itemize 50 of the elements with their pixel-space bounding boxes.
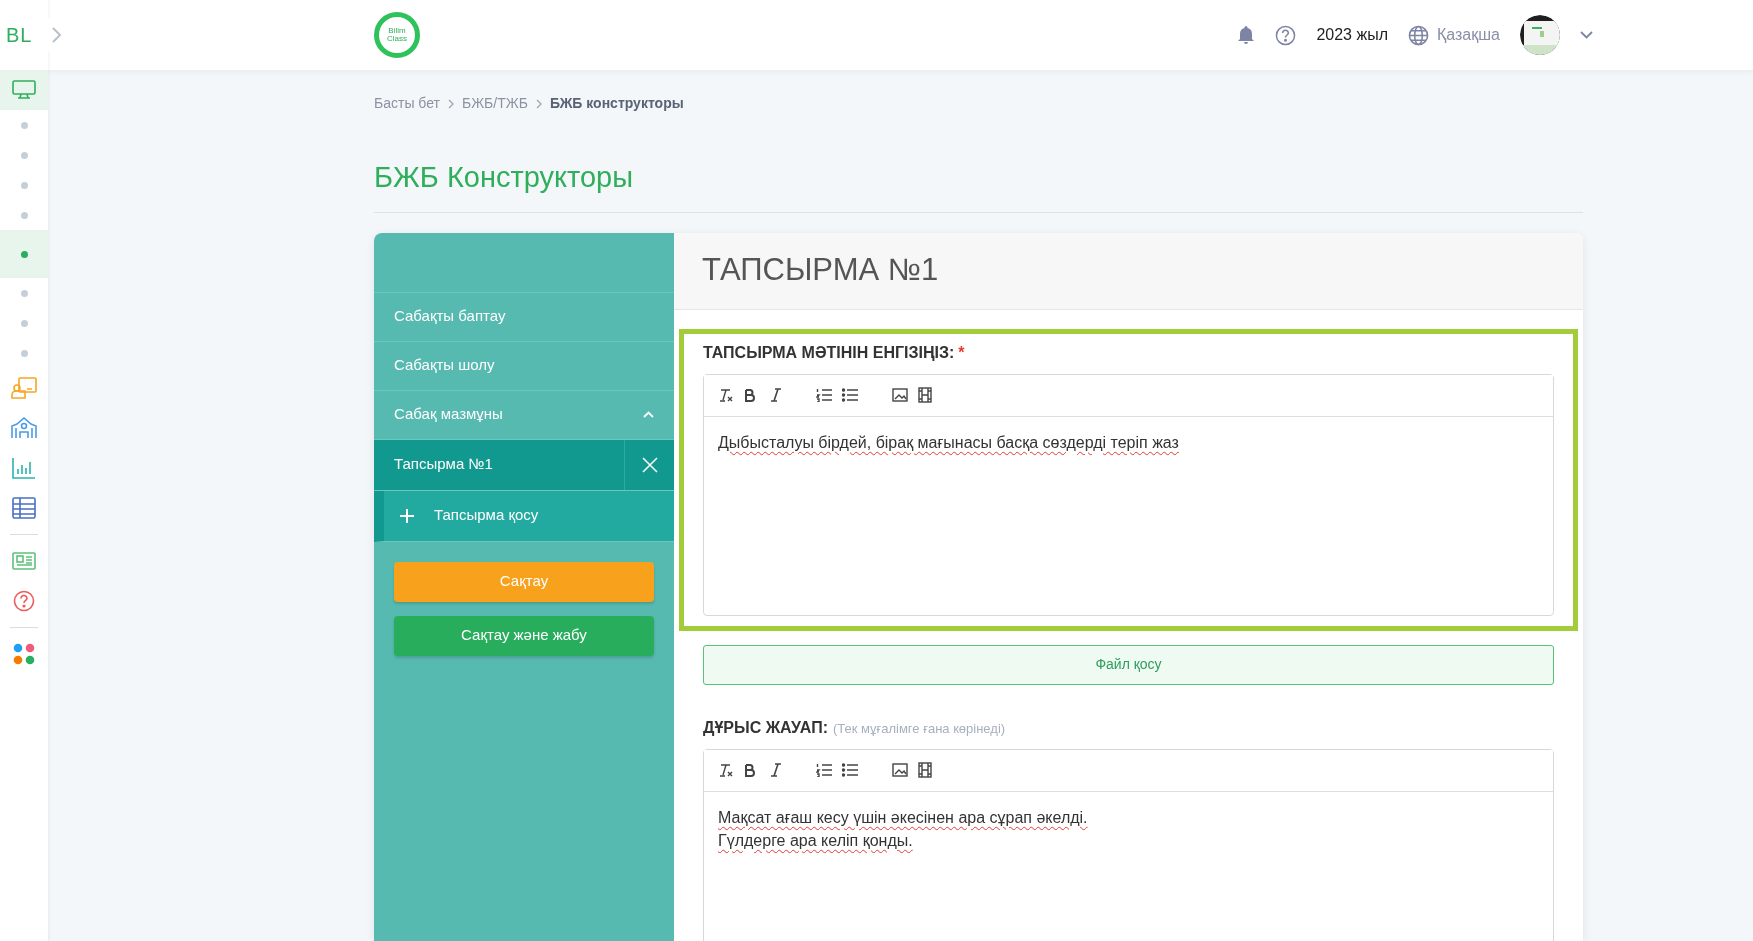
italic-icon[interactable]: [770, 388, 782, 402]
close-icon: [641, 456, 658, 473]
editor-text: Мақсат ағаш кесу үшін әкесінен ара сұрап әкелді.: [718, 807, 1089, 828]
logo[interactable]: Bilim Class: [374, 12, 420, 58]
field-label: ТАПСЫРМА МӘТІНІН ЕНГІЗІҢІЗ:: [703, 342, 955, 363]
table-icon: [12, 497, 36, 519]
year-selector[interactable]: 2023 жыл: [1316, 23, 1388, 47]
breadcrumb-item[interactable]: БЖБ/ТЖБ: [461, 93, 528, 114]
film-icon[interactable]: [918, 762, 932, 778]
help-icon: [13, 590, 35, 612]
image-icon[interactable]: [892, 763, 908, 777]
school-icon: [11, 417, 37, 439]
notification-bell-icon[interactable]: [1237, 25, 1256, 45]
rich-text-editor[interactable]: Дыбысталуы бірдей, бірақ мағынасы басқа сөздерді теріп жаз: [703, 373, 1554, 616]
bar-chart-icon: [12, 457, 36, 479]
apps-icon: [13, 643, 35, 665]
monitor-icon: [12, 80, 36, 100]
logo[interactable]: BL: [6, 20, 33, 50]
bullet-list-icon[interactable]: [842, 763, 858, 777]
numbered-list-icon[interactable]: [816, 763, 832, 777]
add-file-button[interactable]: Файл қосу: [703, 644, 1554, 685]
chevron-down-icon[interactable]: [1580, 31, 1593, 39]
chevron-right-icon: [51, 27, 61, 43]
field-hint: (Тек мұғалімге ғана көрінеді): [832, 719, 1006, 738]
breadcrumb-item: БЖБ конструкторы: [549, 94, 684, 113]
image-icon[interactable]: [892, 388, 908, 402]
chevron-right-icon: [535, 98, 542, 109]
language-selector[interactable]: Қазақша: [1437, 23, 1500, 47]
film-icon[interactable]: [918, 387, 932, 403]
save-button[interactable]: Сақтау: [394, 561, 654, 602]
help-icon[interactable]: [1275, 24, 1297, 46]
bullet-list-icon[interactable]: [842, 388, 858, 402]
rich-text-editor[interactable]: Мақсат ағаш кесу үшін әкесінен ара сұрап әкелді. Гүлдерге ара келіп қонды.: [703, 748, 1554, 941]
add-task-button[interactable]: Тапсырма қосу: [374, 490, 674, 542]
newspaper-icon: [12, 552, 36, 570]
nav-item[interactable]: [0, 70, 48, 110]
task-title: ТАПСЫРМА №1: [702, 251, 939, 290]
italic-icon[interactable]: [770, 763, 782, 777]
page-title: БЖБ Конструкторы: [374, 156, 1583, 213]
numbered-list-icon[interactable]: [816, 388, 832, 402]
presentation-icon: [11, 377, 37, 399]
required-mark: *: [958, 344, 965, 361]
globe-icon[interactable]: [1408, 24, 1429, 46]
field-label: ДҰРЫС ЖАУАП:: [703, 717, 828, 738]
editor-text: Гүлдерге ара келіп қонды.: [718, 830, 914, 851]
editor-text: Дыбысталуы бірдей, бірақ мағынасы басқа сөздерді теріп жаз: [718, 432, 1180, 453]
chevron-right-icon: [447, 98, 454, 109]
save-and-close-button[interactable]: Сақтау және жабу: [394, 615, 654, 656]
breadcrumb-item[interactable]: Басты бет: [374, 93, 440, 114]
plus-icon: [400, 508, 414, 523]
